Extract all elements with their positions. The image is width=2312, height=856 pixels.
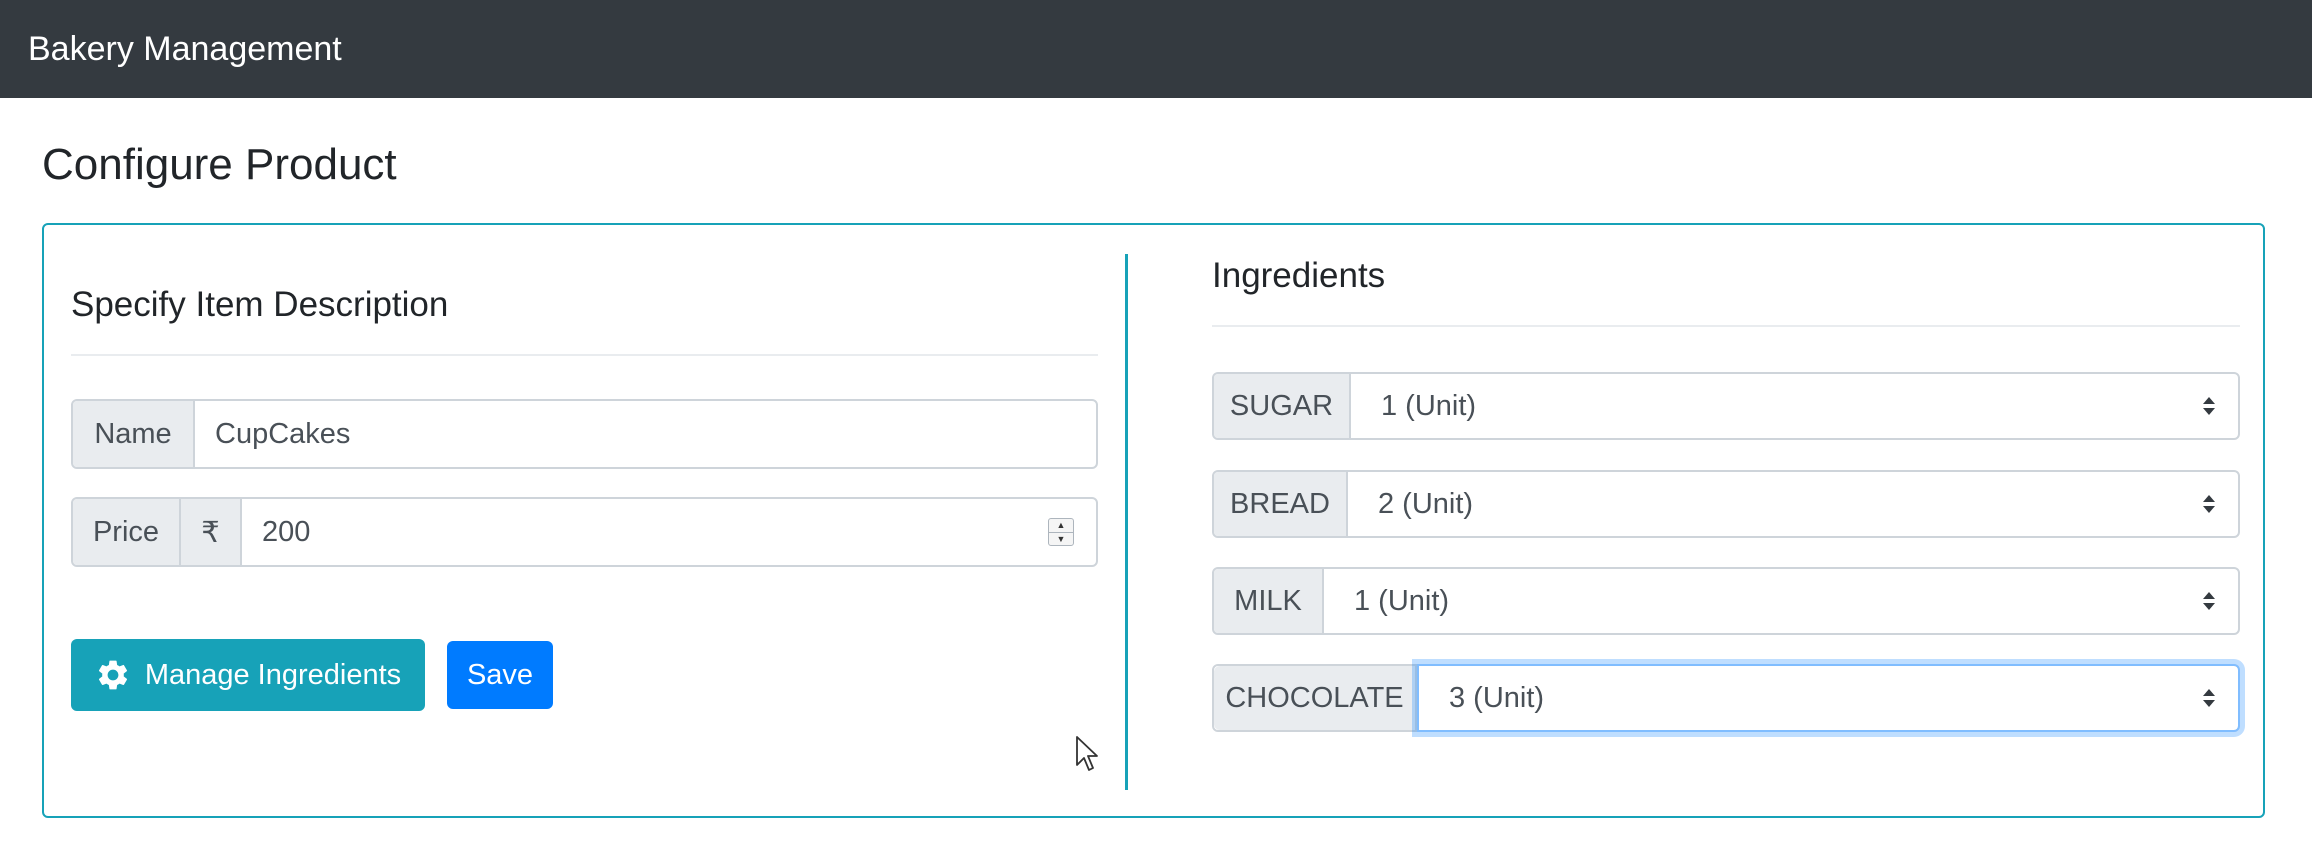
currency-symbol: ₹: [181, 499, 242, 565]
select-arrows-icon: [2203, 689, 2215, 707]
price-stepper[interactable]: ▲ ▼: [1048, 518, 1074, 546]
price-input-value: 200: [262, 515, 311, 548]
manage-ingredients-button[interactable]: Manage Ingredients: [71, 639, 425, 711]
ingredient-row-chocolate: CHOCOLATE 3 (Unit): [1212, 664, 2240, 732]
ingredient-select-value: 1 (Unit): [1354, 584, 1450, 617]
mouse-pointer-icon: [1076, 736, 1098, 771]
name-input-value: CupCakes: [215, 417, 351, 450]
ingredient-select-value: 2 (Unit): [1378, 487, 1474, 520]
select-arrows-icon: [2203, 495, 2215, 513]
ingredients-heading: Ingredients: [1212, 256, 1386, 295]
ingredients-rule: [1212, 325, 2240, 327]
manage-ingredients-label: Manage Ingredients: [144, 658, 402, 691]
stepper-up-icon[interactable]: ▲: [1049, 519, 1073, 533]
select-arrows-icon: [2203, 397, 2215, 415]
ingredient-select-value: 1 (Unit): [1381, 389, 1477, 422]
name-input[interactable]: CupCakes: [195, 401, 1096, 467]
ingredient-row-bread: BREAD 2 (Unit): [1212, 470, 2240, 538]
price-input[interactable]: 200 ▲ ▼: [242, 499, 1096, 565]
ingredient-label: SUGAR: [1214, 374, 1351, 438]
price-label: Price: [73, 499, 181, 565]
select-arrows-icon: [2203, 592, 2215, 610]
name-input-group: Name CupCakes: [71, 399, 1098, 469]
section-divider: [1125, 254, 1128, 790]
ingredient-row-milk: MILK 1 (Unit): [1212, 567, 2240, 635]
navbar: Bakery Management: [0, 0, 2312, 98]
navbar-brand[interactable]: Bakery Management: [28, 30, 342, 69]
item-description-heading: Specify Item Description: [71, 285, 449, 324]
item-description-rule: [71, 354, 1098, 356]
ingredient-select-value: 3 (Unit): [1449, 681, 1545, 714]
page-title: Configure Product: [42, 140, 397, 189]
price-input-group: Price ₹ 200 ▲ ▼: [71, 497, 1098, 567]
name-label: Name: [73, 401, 195, 467]
stepper-down-icon[interactable]: ▼: [1049, 533, 1073, 546]
ingredient-row-sugar: SUGAR 1 (Unit): [1212, 372, 2240, 440]
ingredient-label: CHOCOLATE: [1214, 666, 1417, 730]
ingredient-select-chocolate[interactable]: 3 (Unit): [1417, 664, 2240, 732]
ingredient-label: BREAD: [1214, 472, 1348, 536]
ingredient-select-bread[interactable]: 2 (Unit): [1348, 472, 2238, 536]
ingredient-select-milk[interactable]: 1 (Unit): [1324, 569, 2238, 633]
ingredient-select-sugar[interactable]: 1 (Unit): [1351, 374, 2238, 438]
gear-icon: [98, 660, 127, 690]
save-button[interactable]: Save: [447, 641, 553, 709]
ingredient-label: MILK: [1214, 569, 1324, 633]
